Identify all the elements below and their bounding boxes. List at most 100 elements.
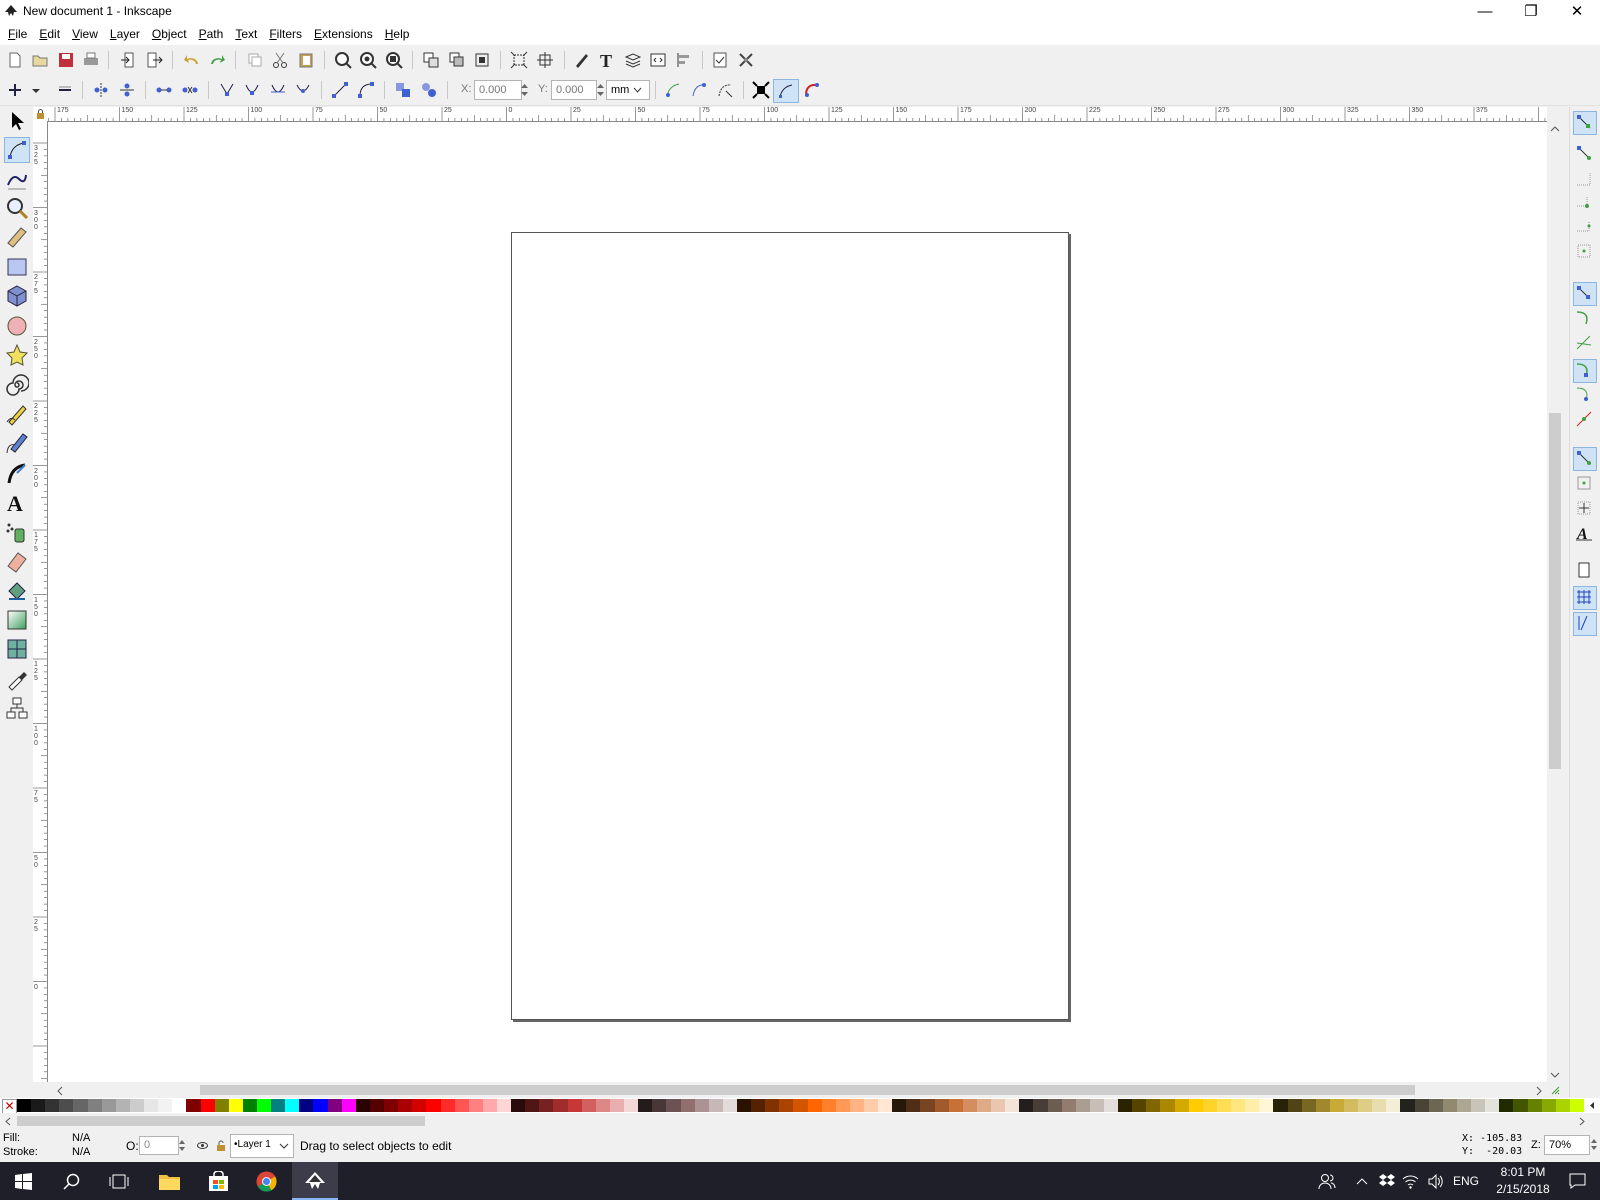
- color-swatch[interactable]: [1273, 1099, 1289, 1112]
- palette-scroll-left-icon[interactable]: [4, 1117, 12, 1126]
- scroll-left-icon[interactable]: [56, 1086, 64, 1096]
- color-swatch[interactable]: [511, 1099, 526, 1112]
- color-swatch[interactable]: [1372, 1099, 1387, 1112]
- toggle-visibility-icon[interactable]: [197, 1140, 208, 1151]
- color-swatch[interactable]: [1428, 1099, 1444, 1112]
- snap-rotation-centers-toggle[interactable]: [1574, 498, 1596, 520]
- enable-snapping-toggle[interactable]: [1573, 111, 1597, 135]
- vertical-scroll-thumb[interactable]: [1549, 413, 1561, 769]
- 3d-box-tool-icon[interactable]: [5, 284, 29, 308]
- connector-tool-icon[interactable]: [5, 696, 29, 720]
- color-swatch[interactable]: [369, 1099, 385, 1112]
- color-swatch[interactable]: [1160, 1099, 1176, 1112]
- resize-grip-icon[interactable]: [1550, 1085, 1560, 1095]
- print-icon[interactable]: [82, 51, 100, 69]
- color-swatch[interactable]: [525, 1099, 540, 1112]
- color-swatch[interactable]: [1513, 1099, 1529, 1112]
- color-swatch[interactable]: [271, 1099, 286, 1112]
- show-handles-toggle[interactable]: [773, 79, 799, 103]
- snap-bbox-centers-toggle[interactable]: [1574, 241, 1596, 263]
- new-document-icon[interactable]: [6, 51, 24, 69]
- wifi-icon[interactable]: [1402, 1174, 1419, 1189]
- spiral-tool-icon[interactable]: [5, 373, 29, 397]
- color-swatch[interactable]: [1245, 1099, 1260, 1112]
- fill-value[interactable]: N/A: [72, 1132, 90, 1144]
- color-swatch[interactable]: [1019, 1099, 1034, 1112]
- dropbox-icon[interactable]: [1379, 1174, 1395, 1188]
- color-swatch[interactable]: [285, 1099, 300, 1112]
- input-language[interactable]: ENG: [1453, 1174, 1479, 1188]
- color-swatch[interactable]: [1047, 1099, 1063, 1112]
- search-button[interactable]: [48, 1162, 94, 1200]
- color-swatch[interactable]: [1089, 1099, 1105, 1112]
- color-swatch[interactable]: [638, 1099, 653, 1112]
- color-swatch[interactable]: [1188, 1099, 1204, 1112]
- duplicate-icon[interactable]: [246, 51, 264, 69]
- color-swatch[interactable]: [87, 1099, 103, 1112]
- color-swatch[interactable]: [793, 1099, 809, 1112]
- color-swatch[interactable]: [1344, 1099, 1359, 1112]
- menu-edit[interactable]: Edit: [33, 23, 66, 45]
- snap-nodes-toggle[interactable]: [1573, 282, 1597, 306]
- color-swatch[interactable]: [1301, 1099, 1317, 1112]
- color-swatch[interactable]: [1259, 1099, 1274, 1112]
- show-path-outline-icon[interactable]: [803, 81, 821, 99]
- tweak-tool-icon[interactable]: [5, 167, 29, 191]
- color-swatch[interactable]: [73, 1099, 89, 1112]
- color-swatch[interactable]: [807, 1099, 823, 1112]
- stroke-to-path-icon[interactable]: [420, 81, 438, 99]
- pencil-tool-icon[interactable]: [5, 402, 29, 426]
- color-swatch[interactable]: [624, 1099, 639, 1112]
- color-swatch[interactable]: [398, 1099, 413, 1112]
- cusp-node-icon[interactable]: [218, 81, 236, 99]
- color-swatch[interactable]: [821, 1099, 837, 1112]
- zoom-drawing-icon[interactable]: [359, 51, 377, 69]
- color-swatch[interactable]: [1174, 1099, 1190, 1112]
- action-center-icon[interactable]: [1569, 1173, 1586, 1189]
- next-path-effect-icon[interactable]: [664, 81, 682, 99]
- snap-smooth-nodes-toggle[interactable]: [1574, 384, 1596, 406]
- menu-path[interactable]: Path: [193, 23, 230, 45]
- close-button[interactable]: ✕: [1554, 0, 1600, 23]
- group-icon[interactable]: [422, 51, 440, 69]
- color-swatch[interactable]: [680, 1099, 696, 1112]
- align-distribute-icon[interactable]: [675, 51, 693, 69]
- color-swatch[interactable]: [1456, 1099, 1472, 1112]
- text-font-icon[interactable]: T: [598, 51, 616, 69]
- chrome-button[interactable]: [243, 1162, 289, 1200]
- color-swatch[interactable]: [256, 1099, 272, 1112]
- color-swatch[interactable]: [228, 1099, 244, 1112]
- snap-grids-toggle[interactable]: [1573, 586, 1597, 610]
- scroll-down-icon[interactable]: [1550, 1071, 1560, 1079]
- dropper-tool-icon[interactable]: [5, 667, 29, 691]
- show-hidden-icons-chevron-up-icon[interactable]: [1356, 1176, 1368, 1186]
- zoom-tool-icon[interactable]: [5, 196, 29, 220]
- object-to-path-icon[interactable]: [394, 81, 412, 99]
- zoom-selection-icon[interactable]: [334, 51, 352, 69]
- color-swatch[interactable]: [31, 1099, 46, 1112]
- y-spinner-icon[interactable]: [596, 81, 605, 99]
- opacity-spinner-icon[interactable]: [178, 1138, 186, 1153]
- color-swatch[interactable]: [736, 1099, 752, 1112]
- snap-bounding-box-toggle[interactable]: [1574, 143, 1596, 165]
- star-tool-icon[interactable]: [5, 343, 29, 367]
- insert-node-icon[interactable]: [6, 81, 24, 99]
- menu-view[interactable]: View: [66, 23, 104, 45]
- ruler-corner[interactable]: [33, 107, 47, 121]
- color-swatch[interactable]: [1231, 1099, 1246, 1112]
- color-swatch[interactable]: [849, 1099, 865, 1112]
- color-swatch[interactable]: [666, 1099, 681, 1112]
- break-path-icon[interactable]: [118, 81, 136, 99]
- align-icon[interactable]: [536, 51, 554, 69]
- x-coordinate-input[interactable]: 0.000: [474, 80, 522, 100]
- snap-bbox-midpoints-toggle[interactable]: [1574, 217, 1596, 239]
- snap-line-midpoints-toggle[interactable]: [1574, 409, 1596, 431]
- color-swatch[interactable]: [1118, 1099, 1133, 1112]
- color-swatch[interactable]: [539, 1099, 554, 1112]
- color-swatch[interactable]: [1132, 1099, 1147, 1112]
- color-swatch[interactable]: [242, 1099, 258, 1112]
- color-swatch[interactable]: [1569, 1099, 1585, 1112]
- color-swatch[interactable]: [1075, 1099, 1091, 1112]
- rectangle-tool-icon[interactable]: [5, 255, 29, 279]
- color-swatch[interactable]: [1146, 1099, 1161, 1112]
